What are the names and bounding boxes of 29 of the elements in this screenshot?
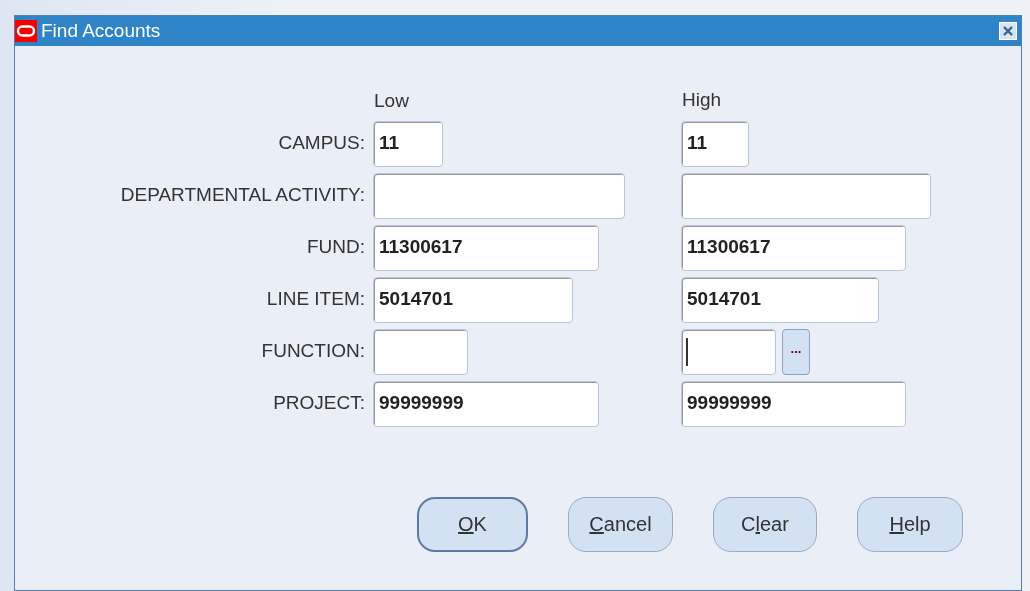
list-button[interactable]: ... — [782, 328, 810, 375]
field-label: FUNCTION: — [260, 339, 366, 364]
input-field[interactable]: 11 — [681, 120, 749, 167]
input-field[interactable]: 99999999 — [373, 380, 599, 427]
input-field[interactable]: 11 — [373, 120, 443, 167]
field-label: DEPARTMENTAL ACTIVITY: — [119, 183, 366, 208]
dialog-button[interactable]: OK — [417, 496, 528, 552]
input-field[interactable] — [681, 172, 931, 219]
close-icon[interactable] — [999, 22, 1017, 40]
window-title: Find Accounts — [41, 18, 161, 43]
dialog-button[interactable]: Clear — [713, 496, 817, 552]
field-label: LINE ITEM: — [265, 287, 366, 312]
input-field[interactable] — [373, 328, 468, 375]
input-field[interactable]: 99999999 — [681, 380, 906, 427]
field-label: CAMPUS: — [277, 131, 366, 156]
input-field[interactable]: 5014701 — [681, 276, 879, 323]
dialog-button[interactable]: Help — [857, 496, 963, 552]
column-heading: Low — [373, 89, 410, 113]
column-heading: High — [681, 88, 723, 112]
input-field[interactable]: 11300617 — [373, 224, 599, 271]
input-field[interactable]: 5014701 — [373, 276, 573, 323]
text-cursor — [686, 337, 688, 366]
oracle-logo-icon — [15, 20, 37, 42]
field-label: PROJECT: — [272, 391, 366, 416]
input-field[interactable] — [681, 328, 776, 375]
dialog-button[interactable]: Cancel — [568, 496, 673, 552]
input-field[interactable]: 11300617 — [681, 224, 906, 271]
input-field[interactable] — [373, 172, 625, 219]
field-label: FUND: — [305, 235, 366, 260]
